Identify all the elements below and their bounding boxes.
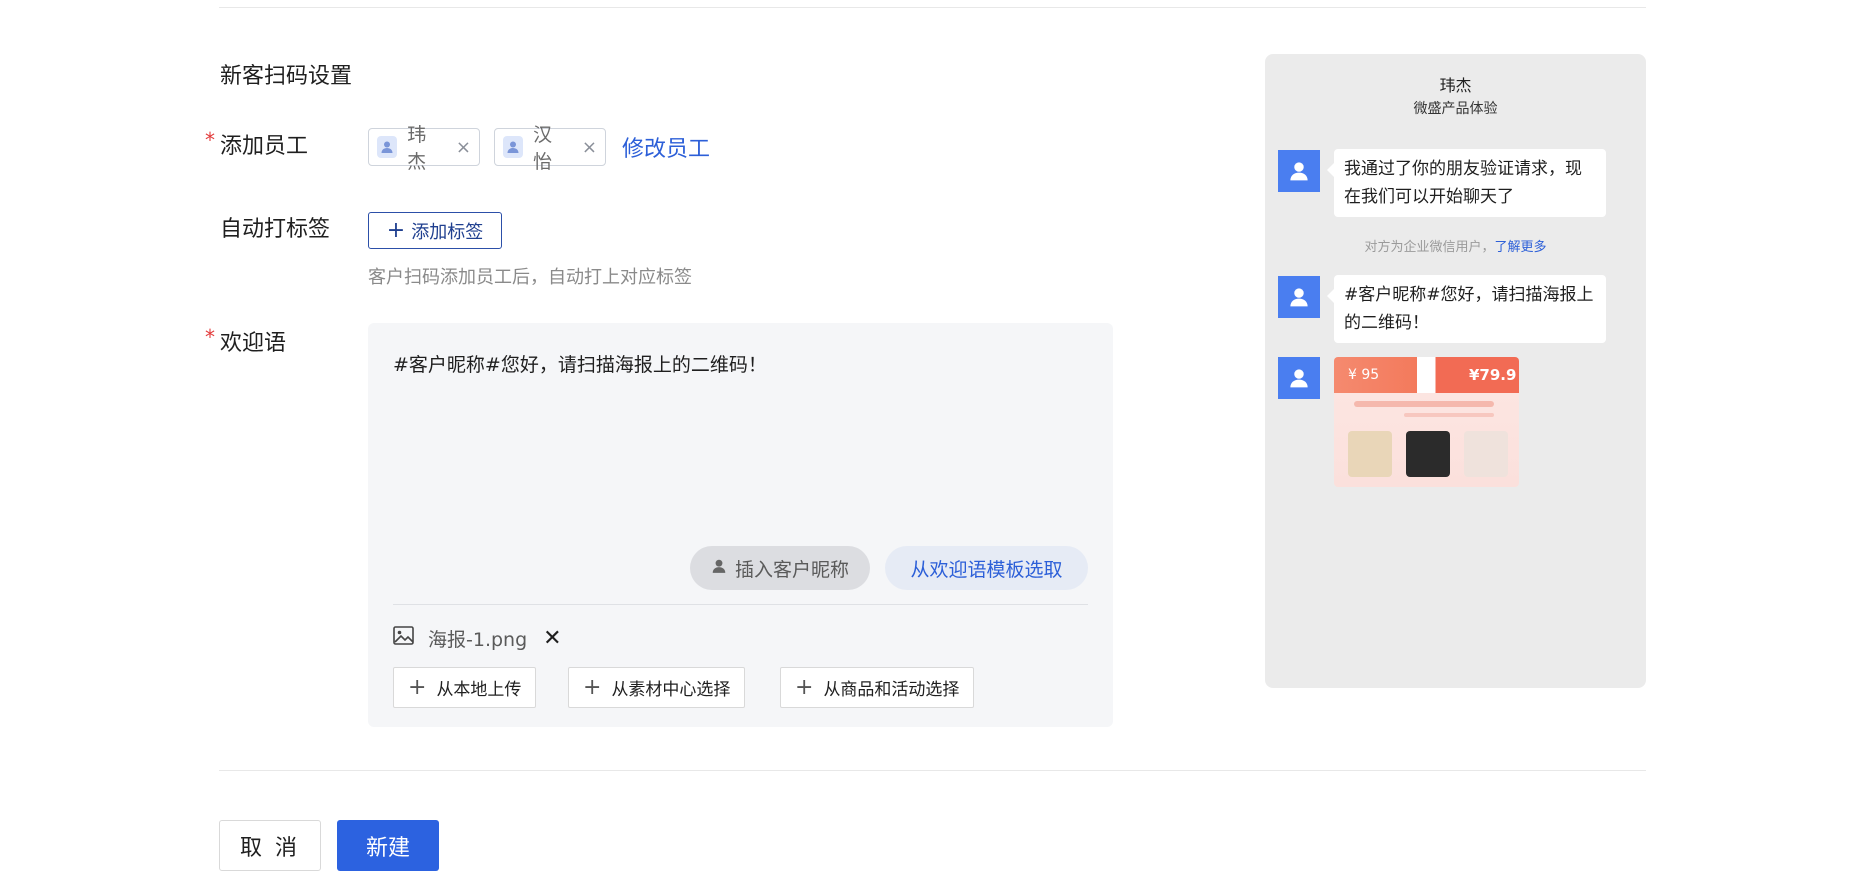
required-mark: * xyxy=(205,128,215,152)
staff-chip-label: 汉怡 xyxy=(533,124,553,173)
upload-local-button[interactable]: + 从本地上传 xyxy=(393,667,537,708)
remove-staff-hanyi-icon[interactable]: × xyxy=(582,137,597,158)
preview-message-bubble: #客户昵称#您好，请扫描海报上的二维码！ xyxy=(1327,275,1606,343)
upload-material-center-label: 从素材中心选择 xyxy=(611,680,731,700)
poster-product-image xyxy=(1406,431,1450,477)
upload-local-label: 从本地上传 xyxy=(436,680,522,700)
add-tag-button[interactable]: + 添加标签 xyxy=(368,212,502,249)
plus-icon: + xyxy=(583,674,602,700)
editor-divider xyxy=(393,604,1088,605)
staff-chip-label: 玮杰 xyxy=(407,124,427,173)
avatar-icon xyxy=(1278,357,1320,399)
section-title: 新客扫码设置 xyxy=(220,64,353,89)
welcome-textarea[interactable]: #客户昵称#您好，请扫描海报上的二维码！ xyxy=(393,350,767,377)
bottom-divider xyxy=(219,770,1646,771)
plus-icon: + xyxy=(408,674,427,700)
plus-icon: + xyxy=(386,217,406,243)
staff-chip-hanyi: 汉怡 × xyxy=(494,124,606,173)
preview-message-bubble: 我通过了你的朋友验证请求，现在我们可以开始聊天了 xyxy=(1327,149,1606,217)
upload-material-center-button[interactable]: + 从素材中心选择 xyxy=(568,667,746,708)
preview-system-note: 对方为企业微信用户，了解更多 xyxy=(1265,236,1646,255)
poster-product-image xyxy=(1464,431,1508,477)
insert-nickname-label: 插入客户昵称 xyxy=(734,558,849,581)
user-icon xyxy=(377,136,398,158)
cancel-button[interactable]: 取 消 xyxy=(219,820,321,871)
poster-price-left: ¥ 95 xyxy=(1348,367,1380,383)
avatar-icon xyxy=(1278,150,1320,192)
modify-staff-link[interactable]: 修改员工 xyxy=(622,131,710,163)
page: 新客扫码设置 * 添加员工 玮杰 × 汉怡 × 修改员工 自动打标签 + 添加标… xyxy=(0,0,1855,879)
required-mark: * xyxy=(205,325,215,349)
learn-more-link[interactable]: 了解更多 xyxy=(1495,240,1547,255)
auto-tag-hint: 客户扫码添加员工后，自动打上对应标签 xyxy=(368,267,692,288)
from-template-button[interactable]: 从欢迎语模板选取 xyxy=(885,546,1088,590)
poster-text-line xyxy=(1404,413,1494,417)
auto-tag-label: 自动打标签 xyxy=(220,217,331,242)
remove-staff-weijie-icon[interactable]: × xyxy=(456,137,471,158)
plus-icon: + xyxy=(795,674,814,700)
add-tag-button-label: 添加标签 xyxy=(411,221,484,243)
attachment-item: 海报-1.png ✕ xyxy=(393,623,562,653)
avatar-icon xyxy=(1278,276,1320,318)
top-divider xyxy=(219,7,1646,8)
system-note-text: 对方为企业微信用户， xyxy=(1364,240,1495,255)
welcome-editor: #客户昵称#您好，请扫描海报上的二维码！ 插入客户昵称 从欢迎语模板选取 海报-… xyxy=(368,323,1113,727)
preview-poster-image[interactable]: ¥ 95 ¥79.9 xyxy=(1334,357,1519,487)
user-icon xyxy=(503,136,524,158)
preview-company: 微盛产品体验 xyxy=(1413,101,1498,117)
upload-product-activity-button[interactable]: + 从商品和活动选择 xyxy=(780,667,975,708)
remove-attachment-icon[interactable]: ✕ xyxy=(543,626,561,651)
image-icon xyxy=(393,626,414,650)
poster-product-image xyxy=(1348,431,1392,477)
welcome-label: 欢迎语 xyxy=(220,331,287,356)
staff-chip-weijie: 玮杰 × xyxy=(368,124,480,173)
user-icon xyxy=(711,557,727,579)
attachment-filename: 海报-1.png xyxy=(428,628,528,651)
preview-contact-name: 玮杰 xyxy=(1439,76,1472,95)
add-staff-label: 添加员工 xyxy=(220,134,309,159)
poster-text-line xyxy=(1354,401,1494,407)
insert-nickname-button[interactable]: 插入客户昵称 xyxy=(690,546,870,590)
upload-product-activity-label: 从商品和活动选择 xyxy=(823,680,960,700)
chat-preview: 玮杰 微盛产品体验 我通过了你的朋友验证请求，现在我们可以开始聊天了 对方为企业… xyxy=(1265,54,1646,688)
create-button[interactable]: 新建 xyxy=(337,820,439,871)
poster-price-right: ¥79.9 xyxy=(1469,366,1517,384)
